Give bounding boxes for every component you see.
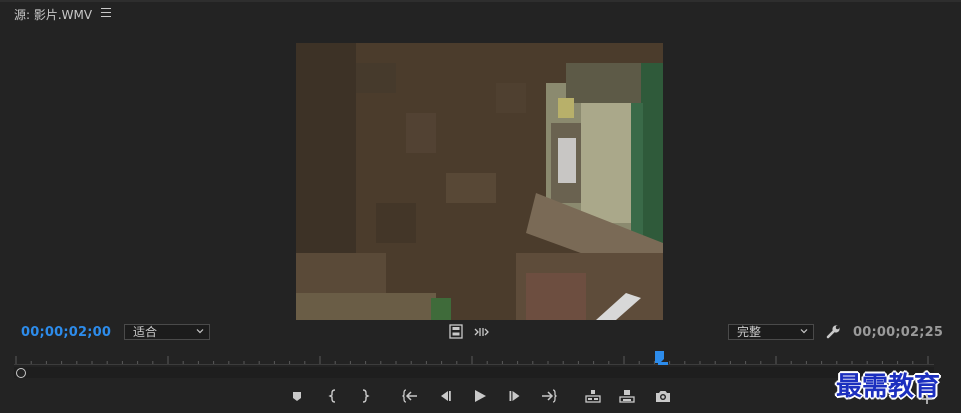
zoom-level-select[interactable]: 适合 [124, 324, 210, 340]
plus-icon[interactable] [921, 393, 933, 405]
wrench-icon[interactable] [826, 324, 841, 339]
go-to-out-button[interactable] [541, 388, 557, 404]
chevron-down-icon [800, 329, 808, 334]
step-forward-button[interactable] [507, 388, 523, 404]
step-back-button[interactable] [437, 388, 453, 404]
duration-timecode: 00;00;02;25 [853, 325, 944, 340]
mark-out-button[interactable] [357, 388, 373, 404]
drag-arrows-icon[interactable] [474, 326, 490, 338]
panel-top-border [0, 0, 961, 2]
overwrite-icon [619, 390, 635, 403]
playback-quality-value: 完整 [737, 325, 762, 339]
chevron-down-icon [196, 329, 204, 334]
step-back-icon [441, 391, 451, 401]
mark-out-icon [362, 389, 370, 403]
source-monitor-panel: 源: 影片.WMV 00;00;02;00 适合 完整 00;00;02;25 … [0, 0, 961, 413]
play-icon [475, 390, 486, 402]
go-to-out-icon [542, 389, 557, 403]
go-to-in-button[interactable] [402, 388, 418, 404]
zoom-scroll-handle[interactable] [16, 368, 26, 378]
mark-in-icon [328, 389, 336, 403]
playback-quality-select[interactable]: 完整 [728, 324, 814, 340]
playhead-handle[interactable] [654, 350, 668, 366]
insert-button[interactable] [585, 388, 601, 404]
insert-icon [585, 390, 601, 403]
zoom-scroll-bar[interactable] [14, 367, 934, 378]
filmstrip-icon[interactable] [449, 324, 463, 339]
marker-icon [293, 392, 301, 401]
hamburger-menu-icon[interactable] [101, 8, 111, 18]
go-to-in-icon [402, 389, 417, 403]
ruler-baseline [14, 364, 934, 365]
camera-icon [656, 391, 670, 402]
source-tab-title[interactable]: 源: 影片.WMV [14, 6, 92, 23]
overwrite-button[interactable] [619, 388, 635, 404]
add-marker-button[interactable] [289, 388, 305, 404]
export-frame-button[interactable] [655, 388, 671, 404]
step-forward-icon [509, 391, 520, 401]
video-preview [296, 43, 663, 320]
zoom-level-value: 适合 [133, 325, 158, 339]
play-button[interactable] [472, 388, 488, 404]
mark-in-button[interactable] [325, 388, 341, 404]
time-ruler[interactable] [14, 353, 934, 365]
current-timecode[interactable]: 00;00;02;00 [21, 325, 111, 340]
